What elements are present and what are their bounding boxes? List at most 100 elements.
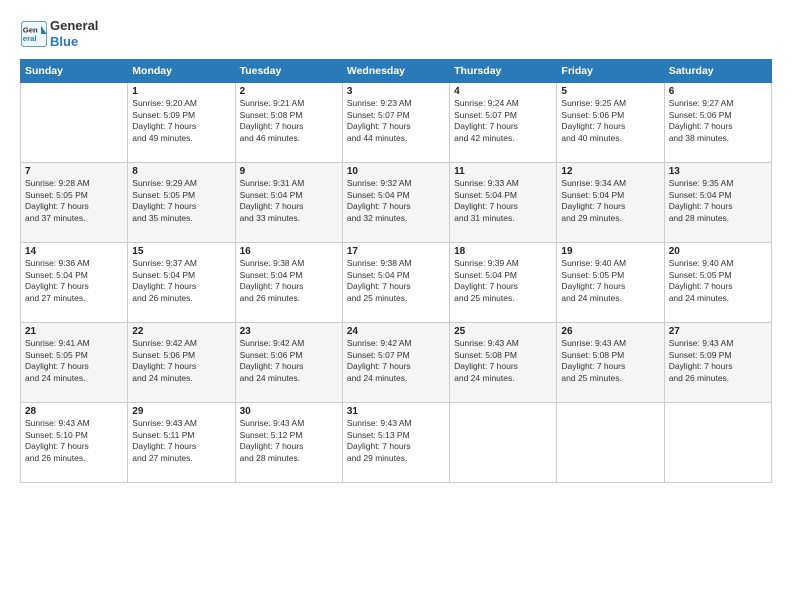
day-info: Sunrise: 9:43 AM Sunset: 5:10 PM Dayligh…	[25, 418, 123, 464]
day-cell: 15Sunrise: 9:37 AM Sunset: 5:04 PM Dayli…	[128, 243, 235, 323]
day-cell: 6Sunrise: 9:27 AM Sunset: 5:06 PM Daylig…	[664, 83, 771, 163]
day-number: 9	[240, 166, 338, 177]
day-number: 22	[132, 326, 230, 337]
day-cell: 14Sunrise: 9:36 AM Sunset: 5:04 PM Dayli…	[21, 243, 128, 323]
week-row-3: 14Sunrise: 9:36 AM Sunset: 5:04 PM Dayli…	[21, 243, 772, 323]
day-number: 11	[454, 166, 552, 177]
day-number: 7	[25, 166, 123, 177]
day-cell: 18Sunrise: 9:39 AM Sunset: 5:04 PM Dayli…	[450, 243, 557, 323]
day-number: 16	[240, 246, 338, 257]
day-info: Sunrise: 9:42 AM Sunset: 5:07 PM Dayligh…	[347, 338, 445, 384]
day-info: Sunrise: 9:43 AM Sunset: 5:09 PM Dayligh…	[669, 338, 767, 384]
day-cell: 22Sunrise: 9:42 AM Sunset: 5:06 PM Dayli…	[128, 323, 235, 403]
day-cell: 11Sunrise: 9:33 AM Sunset: 5:04 PM Dayli…	[450, 163, 557, 243]
day-number: 25	[454, 326, 552, 337]
day-number: 4	[454, 86, 552, 97]
day-number: 14	[25, 246, 123, 257]
col-header-wednesday: Wednesday	[342, 60, 449, 83]
day-info: Sunrise: 9:38 AM Sunset: 5:04 PM Dayligh…	[347, 258, 445, 304]
day-info: Sunrise: 9:38 AM Sunset: 5:04 PM Dayligh…	[240, 258, 338, 304]
day-info: Sunrise: 9:43 AM Sunset: 5:13 PM Dayligh…	[347, 418, 445, 464]
day-info: Sunrise: 9:37 AM Sunset: 5:04 PM Dayligh…	[132, 258, 230, 304]
day-cell: 8Sunrise: 9:29 AM Sunset: 5:05 PM Daylig…	[128, 163, 235, 243]
day-cell: 27Sunrise: 9:43 AM Sunset: 5:09 PM Dayli…	[664, 323, 771, 403]
day-info: Sunrise: 9:23 AM Sunset: 5:07 PM Dayligh…	[347, 98, 445, 144]
day-info: Sunrise: 9:28 AM Sunset: 5:05 PM Dayligh…	[25, 178, 123, 224]
week-row-2: 7Sunrise: 9:28 AM Sunset: 5:05 PM Daylig…	[21, 163, 772, 243]
header: Gen eral General Blue	[20, 18, 772, 49]
col-header-sunday: Sunday	[21, 60, 128, 83]
day-number: 1	[132, 86, 230, 97]
day-info: Sunrise: 9:43 AM Sunset: 5:08 PM Dayligh…	[561, 338, 659, 384]
day-cell: 16Sunrise: 9:38 AM Sunset: 5:04 PM Dayli…	[235, 243, 342, 323]
day-cell: 2Sunrise: 9:21 AM Sunset: 5:08 PM Daylig…	[235, 83, 342, 163]
day-number: 19	[561, 246, 659, 257]
day-number: 24	[347, 326, 445, 337]
week-row-5: 28Sunrise: 9:43 AM Sunset: 5:10 PM Dayli…	[21, 403, 772, 483]
col-header-thursday: Thursday	[450, 60, 557, 83]
day-info: Sunrise: 9:20 AM Sunset: 5:09 PM Dayligh…	[132, 98, 230, 144]
day-info: Sunrise: 9:42 AM Sunset: 5:06 PM Dayligh…	[132, 338, 230, 384]
day-number: 3	[347, 86, 445, 97]
day-info: Sunrise: 9:43 AM Sunset: 5:11 PM Dayligh…	[132, 418, 230, 464]
day-cell: 12Sunrise: 9:34 AM Sunset: 5:04 PM Dayli…	[557, 163, 664, 243]
logo-line2: Blue	[50, 34, 98, 50]
day-cell: 10Sunrise: 9:32 AM Sunset: 5:04 PM Dayli…	[342, 163, 449, 243]
day-info: Sunrise: 9:35 AM Sunset: 5:04 PM Dayligh…	[669, 178, 767, 224]
logo-icon: Gen eral	[20, 20, 48, 48]
logo-line1: General	[50, 18, 98, 34]
day-info: Sunrise: 9:27 AM Sunset: 5:06 PM Dayligh…	[669, 98, 767, 144]
day-cell: 19Sunrise: 9:40 AM Sunset: 5:05 PM Dayli…	[557, 243, 664, 323]
day-number: 21	[25, 326, 123, 337]
day-cell: 21Sunrise: 9:41 AM Sunset: 5:05 PM Dayli…	[21, 323, 128, 403]
col-header-tuesday: Tuesday	[235, 60, 342, 83]
day-number: 26	[561, 326, 659, 337]
day-number: 27	[669, 326, 767, 337]
day-info: Sunrise: 9:41 AM Sunset: 5:05 PM Dayligh…	[25, 338, 123, 384]
day-cell	[557, 403, 664, 483]
logo-text-block: General Blue	[50, 18, 98, 49]
col-header-friday: Friday	[557, 60, 664, 83]
day-number: 13	[669, 166, 767, 177]
day-number: 23	[240, 326, 338, 337]
day-number: 6	[669, 86, 767, 97]
day-info: Sunrise: 9:32 AM Sunset: 5:04 PM Dayligh…	[347, 178, 445, 224]
day-cell: 30Sunrise: 9:43 AM Sunset: 5:12 PM Dayli…	[235, 403, 342, 483]
week-row-4: 21Sunrise: 9:41 AM Sunset: 5:05 PM Dayli…	[21, 323, 772, 403]
day-info: Sunrise: 9:33 AM Sunset: 5:04 PM Dayligh…	[454, 178, 552, 224]
day-cell	[664, 403, 771, 483]
week-row-1: 1Sunrise: 9:20 AM Sunset: 5:09 PM Daylig…	[21, 83, 772, 163]
day-number: 17	[347, 246, 445, 257]
header-row: SundayMondayTuesdayWednesdayThursdayFrid…	[21, 60, 772, 83]
day-info: Sunrise: 9:25 AM Sunset: 5:06 PM Dayligh…	[561, 98, 659, 144]
day-cell: 31Sunrise: 9:43 AM Sunset: 5:13 PM Dayli…	[342, 403, 449, 483]
svg-text:Gen: Gen	[23, 25, 38, 34]
day-cell: 5Sunrise: 9:25 AM Sunset: 5:06 PM Daylig…	[557, 83, 664, 163]
day-cell: 24Sunrise: 9:42 AM Sunset: 5:07 PM Dayli…	[342, 323, 449, 403]
calendar-table: SundayMondayTuesdayWednesdayThursdayFrid…	[20, 59, 772, 483]
day-info: Sunrise: 9:42 AM Sunset: 5:06 PM Dayligh…	[240, 338, 338, 384]
day-cell: 25Sunrise: 9:43 AM Sunset: 5:08 PM Dayli…	[450, 323, 557, 403]
day-cell: 23Sunrise: 9:42 AM Sunset: 5:06 PM Dayli…	[235, 323, 342, 403]
day-number: 29	[132, 406, 230, 417]
day-info: Sunrise: 9:40 AM Sunset: 5:05 PM Dayligh…	[561, 258, 659, 304]
day-info: Sunrise: 9:29 AM Sunset: 5:05 PM Dayligh…	[132, 178, 230, 224]
day-info: Sunrise: 9:36 AM Sunset: 5:04 PM Dayligh…	[25, 258, 123, 304]
day-cell: 3Sunrise: 9:23 AM Sunset: 5:07 PM Daylig…	[342, 83, 449, 163]
day-info: Sunrise: 9:39 AM Sunset: 5:04 PM Dayligh…	[454, 258, 552, 304]
day-cell: 7Sunrise: 9:28 AM Sunset: 5:05 PM Daylig…	[21, 163, 128, 243]
day-cell: 20Sunrise: 9:40 AM Sunset: 5:05 PM Dayli…	[664, 243, 771, 323]
day-number: 31	[347, 406, 445, 417]
day-cell: 26Sunrise: 9:43 AM Sunset: 5:08 PM Dayli…	[557, 323, 664, 403]
day-info: Sunrise: 9:40 AM Sunset: 5:05 PM Dayligh…	[669, 258, 767, 304]
day-cell: 17Sunrise: 9:38 AM Sunset: 5:04 PM Dayli…	[342, 243, 449, 323]
day-cell: 9Sunrise: 9:31 AM Sunset: 5:04 PM Daylig…	[235, 163, 342, 243]
day-number: 5	[561, 86, 659, 97]
day-cell	[450, 403, 557, 483]
day-info: Sunrise: 9:43 AM Sunset: 5:12 PM Dayligh…	[240, 418, 338, 464]
page: Gen eral General Blue SundayMondayTuesda…	[0, 0, 792, 612]
day-info: Sunrise: 9:43 AM Sunset: 5:08 PM Dayligh…	[454, 338, 552, 384]
day-number: 15	[132, 246, 230, 257]
day-number: 8	[132, 166, 230, 177]
day-number: 30	[240, 406, 338, 417]
